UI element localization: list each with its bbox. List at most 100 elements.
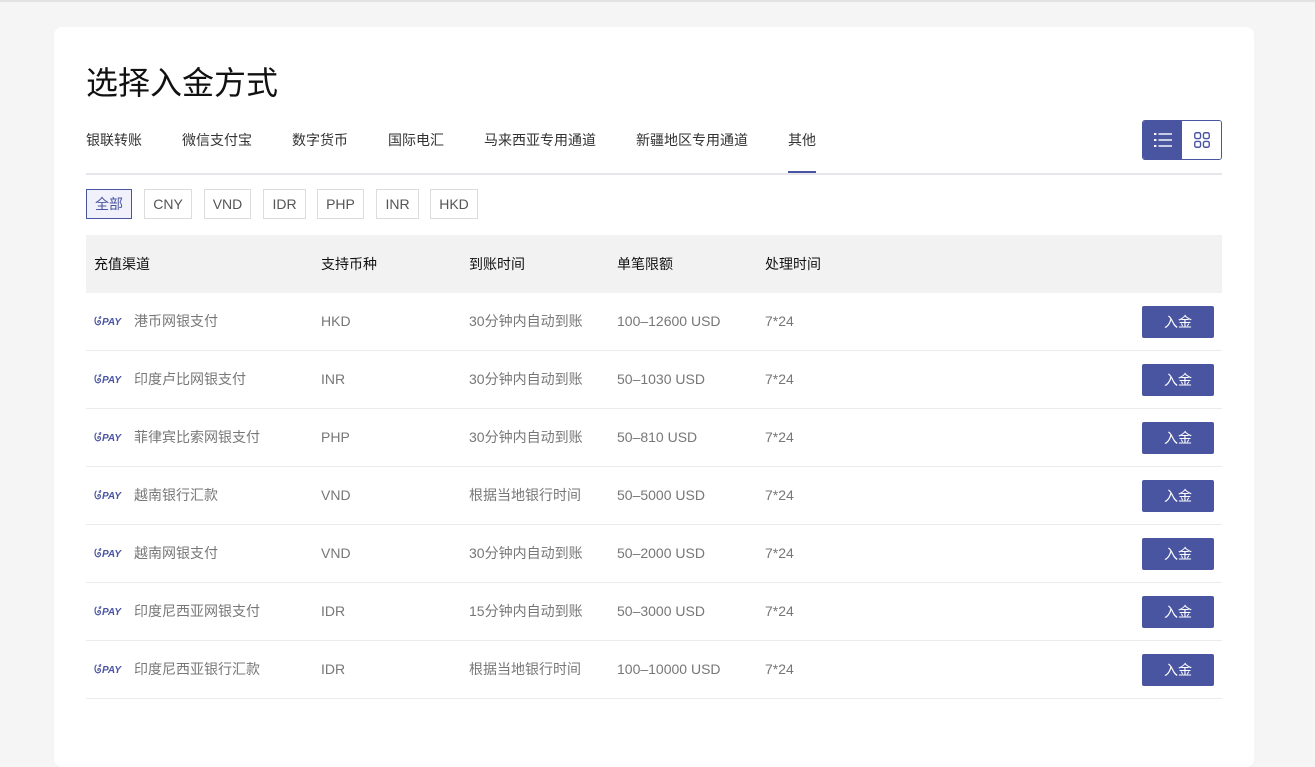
tab-international-wire[interactable]: 国际电汇: [388, 131, 444, 149]
currency-chip-cny[interactable]: CNY: [144, 189, 192, 219]
column-header-currency: 支持币种: [321, 256, 377, 272]
tab-unionpay-transfer[interactable]: 银联转账: [86, 131, 142, 149]
currency-cell: VND: [321, 545, 351, 561]
channel-cell: PAY 港币网银支付: [94, 312, 218, 330]
column-header-channel: 充值渠道: [94, 256, 150, 272]
pay-logo-text: PAY: [102, 491, 122, 501]
arrival-time-cell: 根据当地银行时间: [469, 661, 581, 677]
column-header-processing-time: 处理时间: [765, 256, 821, 272]
arrival-time-cell: 根据当地银行时间: [469, 487, 581, 503]
table-row: PAY 菲律宾比索网银支付 PHP 30分钟内自动到账 50–810 USD 7…: [86, 409, 1222, 467]
channel-cell: PAY 菲律宾比索网银支付: [94, 428, 260, 446]
processing-time-cell: 7*24: [765, 429, 794, 445]
column-header-arrival-time: 到账时间: [469, 256, 525, 272]
pay-logo-icon: PAY: [94, 548, 122, 559]
list-icon: [1153, 133, 1172, 147]
channel-name: 越南网银支付: [134, 545, 218, 561]
table-body: PAY 港币网银支付 HKD 30分钟内自动到账 100–12600 USD 7…: [86, 293, 1222, 699]
deposit-button[interactable]: 入金: [1142, 480, 1214, 512]
channel-cell: PAY 印度卢比网银支付: [94, 370, 246, 388]
table-row: PAY 印度尼西亚网银支付 IDR 15分钟内自动到账 50–3000 USD …: [86, 583, 1222, 641]
grid-icon: [1193, 132, 1210, 148]
currency-cell: HKD: [321, 313, 351, 329]
deposit-button[interactable]: 入金: [1142, 596, 1214, 628]
view-toggle: [1142, 120, 1222, 160]
grid-view-button[interactable]: [1182, 121, 1221, 159]
channel-cell: PAY 越南银行汇款: [94, 486, 218, 504]
tab-wechat-alipay[interactable]: 微信支付宝: [182, 131, 252, 149]
currency-cell: VND: [321, 487, 351, 503]
limit-cell: 50–5000 USD: [617, 487, 705, 503]
deposit-method-card: 选择入金方式 银联转账 微信支付宝 数字货币 国际电汇 马来西亚专用通道 新疆地…: [54, 27, 1254, 767]
currency-cell: INR: [321, 371, 346, 387]
top-divider: [0, 0, 1315, 2]
tab-xinjiang-channel[interactable]: 新疆地区专用通道: [636, 131, 748, 149]
pay-logo-icon: PAY: [94, 432, 122, 443]
deposit-button[interactable]: 入金: [1142, 654, 1214, 686]
currency-chip-php[interactable]: PHP: [317, 189, 364, 219]
channel-name: 印度尼西亚银行汇款: [134, 661, 260, 677]
arrival-time-cell: 30分钟内自动到账: [469, 371, 583, 387]
deposit-category-tabs: 银联转账 微信支付宝 数字货币 国际电汇 马来西亚专用通道 新疆地区专用通道 其…: [86, 119, 1222, 175]
limit-cell: 50–1030 USD: [617, 371, 705, 387]
pay-logo-text: PAY: [102, 665, 122, 675]
tab-other[interactable]: 其他: [788, 131, 816, 173]
channel-cell: PAY 印度尼西亚网银支付: [94, 602, 260, 620]
tab-malaysia-channel[interactable]: 马来西亚专用通道: [484, 131, 596, 149]
currency-chip-hkd[interactable]: HKD: [430, 189, 478, 219]
table-row: PAY 印度尼西亚银行汇款 IDR 根据当地银行时间 100–10000 USD…: [86, 641, 1222, 699]
pay-logo-icon: PAY: [94, 374, 122, 385]
arrival-time-cell: 30分钟内自动到账: [469, 545, 583, 561]
currency-chip-vnd[interactable]: VND: [204, 189, 251, 219]
deposit-channel-table: 充值渠道 支持币种 到账时间 单笔限额 处理时间 PAY 港币网银支付 HKD …: [86, 235, 1222, 699]
table-row: PAY 越南银行汇款 VND 根据当地银行时间 50–5000 USD 7*24…: [86, 467, 1222, 525]
limit-cell: 100–10000 USD: [617, 661, 721, 677]
pay-logo-icon: PAY: [94, 490, 122, 501]
pay-logo-icon: PAY: [94, 664, 122, 675]
pay-logo-text: PAY: [102, 549, 122, 559]
processing-time-cell: 7*24: [765, 371, 794, 387]
limit-cell: 50–2000 USD: [617, 545, 705, 561]
pay-logo-text: PAY: [102, 607, 122, 617]
channel-name: 印度尼西亚网银支付: [134, 603, 260, 619]
deposit-button[interactable]: 入金: [1142, 364, 1214, 396]
tab-crypto[interactable]: 数字货币: [292, 131, 348, 149]
currency-cell: IDR: [321, 661, 346, 677]
page-title: 选择入金方式: [86, 65, 279, 101]
arrival-time-cell: 30分钟内自动到账: [469, 429, 583, 445]
pay-logo-text: PAY: [102, 433, 122, 443]
table-row: PAY 越南网银支付 VND 30分钟内自动到账 50–2000 USD 7*2…: [86, 525, 1222, 583]
limit-cell: 50–3000 USD: [617, 603, 705, 619]
pay-logo-icon: PAY: [94, 606, 122, 617]
table-row: PAY 印度卢比网银支付 INR 30分钟内自动到账 50–1030 USD 7…: [86, 351, 1222, 409]
limit-cell: 100–12600 USD: [617, 313, 721, 329]
deposit-button[interactable]: 入金: [1142, 306, 1214, 338]
currency-cell: IDR: [321, 603, 346, 619]
currency-chip-inr[interactable]: INR: [376, 189, 419, 219]
deposit-button[interactable]: 入金: [1142, 422, 1214, 454]
pay-logo-text: PAY: [102, 317, 122, 327]
currency-cell: PHP: [321, 429, 350, 445]
currency-chip-idr[interactable]: IDR: [263, 189, 306, 219]
channel-cell: PAY 越南网银支付: [94, 544, 218, 562]
processing-time-cell: 7*24: [765, 487, 794, 503]
channel-name: 港币网银支付: [134, 313, 218, 329]
pay-logo-icon: PAY: [94, 316, 122, 327]
channel-cell: PAY 印度尼西亚银行汇款: [94, 660, 260, 678]
arrival-time-cell: 15分钟内自动到账: [469, 603, 583, 619]
arrival-time-cell: 30分钟内自动到账: [469, 313, 583, 329]
channel-name: 菲律宾比索网银支付: [134, 429, 260, 445]
processing-time-cell: 7*24: [765, 545, 794, 561]
limit-cell: 50–810 USD: [617, 429, 698, 445]
table-row: PAY 港币网银支付 HKD 30分钟内自动到账 100–12600 USD 7…: [86, 293, 1222, 351]
processing-time-cell: 7*24: [765, 661, 794, 677]
list-view-button[interactable]: [1143, 121, 1182, 159]
currency-chip-all[interactable]: 全部: [86, 189, 132, 219]
column-header-limit: 单笔限额: [617, 256, 673, 272]
channel-name: 印度卢比网银支付: [134, 371, 246, 387]
processing-time-cell: 7*24: [765, 313, 794, 329]
deposit-button[interactable]: 入金: [1142, 538, 1214, 570]
pay-logo-text: PAY: [102, 375, 122, 385]
processing-time-cell: 7*24: [765, 603, 794, 619]
table-header: 充值渠道 支持币种 到账时间 单笔限额 处理时间: [86, 235, 1222, 293]
